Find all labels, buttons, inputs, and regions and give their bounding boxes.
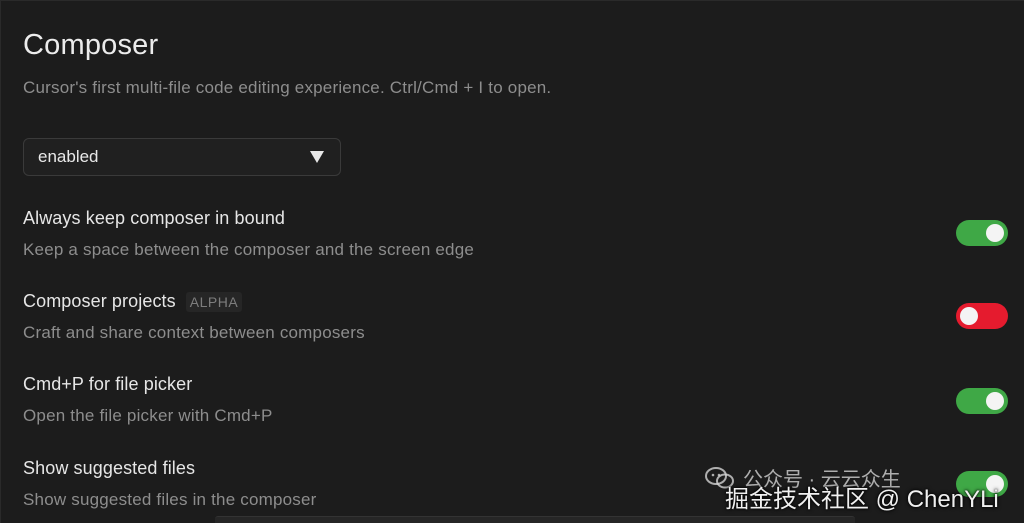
settings-panel: Composer Cursor's first multi-file code … (0, 0, 1024, 523)
setting-description: Open the file picker with Cmd+P (23, 406, 273, 425)
setting-description: Craft and share context between composer… (23, 323, 365, 342)
keep-in-bound-toggle[interactable] (956, 220, 1008, 246)
horizontal-scrollbar[interactable] (215, 516, 855, 523)
watermark-line2-text: 掘金技术社区 @ ChenYLi (725, 486, 999, 513)
toggle-knob (986, 392, 1004, 410)
setting-label: Show suggested files (23, 458, 196, 478)
section-title: Composer (23, 29, 159, 61)
setting-label: Cmd+P for file picker (23, 374, 193, 394)
setting-composer-projects: Composer projects ALPHA Craft and share … (23, 291, 1008, 343)
setting-label: Composer projects (23, 291, 176, 311)
setting-keep-in-bound: Always keep composer in bound Keep a spa… (23, 208, 1008, 260)
select-value: enabled (38, 147, 99, 166)
toggle-knob (960, 307, 978, 325)
composer-mode-select[interactable]: enabled (23, 138, 341, 176)
composer-projects-toggle[interactable] (956, 303, 1008, 329)
chevron-down-icon (310, 151, 324, 163)
cmd-p-file-picker-toggle[interactable] (956, 388, 1008, 414)
setting-label: Always keep composer in bound (23, 208, 286, 228)
setting-description: Keep a space between the composer and th… (23, 240, 475, 259)
setting-cmd-p-file-picker: Cmd+P for file picker Open the file pick… (23, 374, 1008, 426)
alpha-badge: ALPHA (185, 291, 243, 312)
toggle-knob (986, 224, 1004, 242)
section-subtitle: Cursor's first multi-file code editing e… (23, 78, 552, 97)
